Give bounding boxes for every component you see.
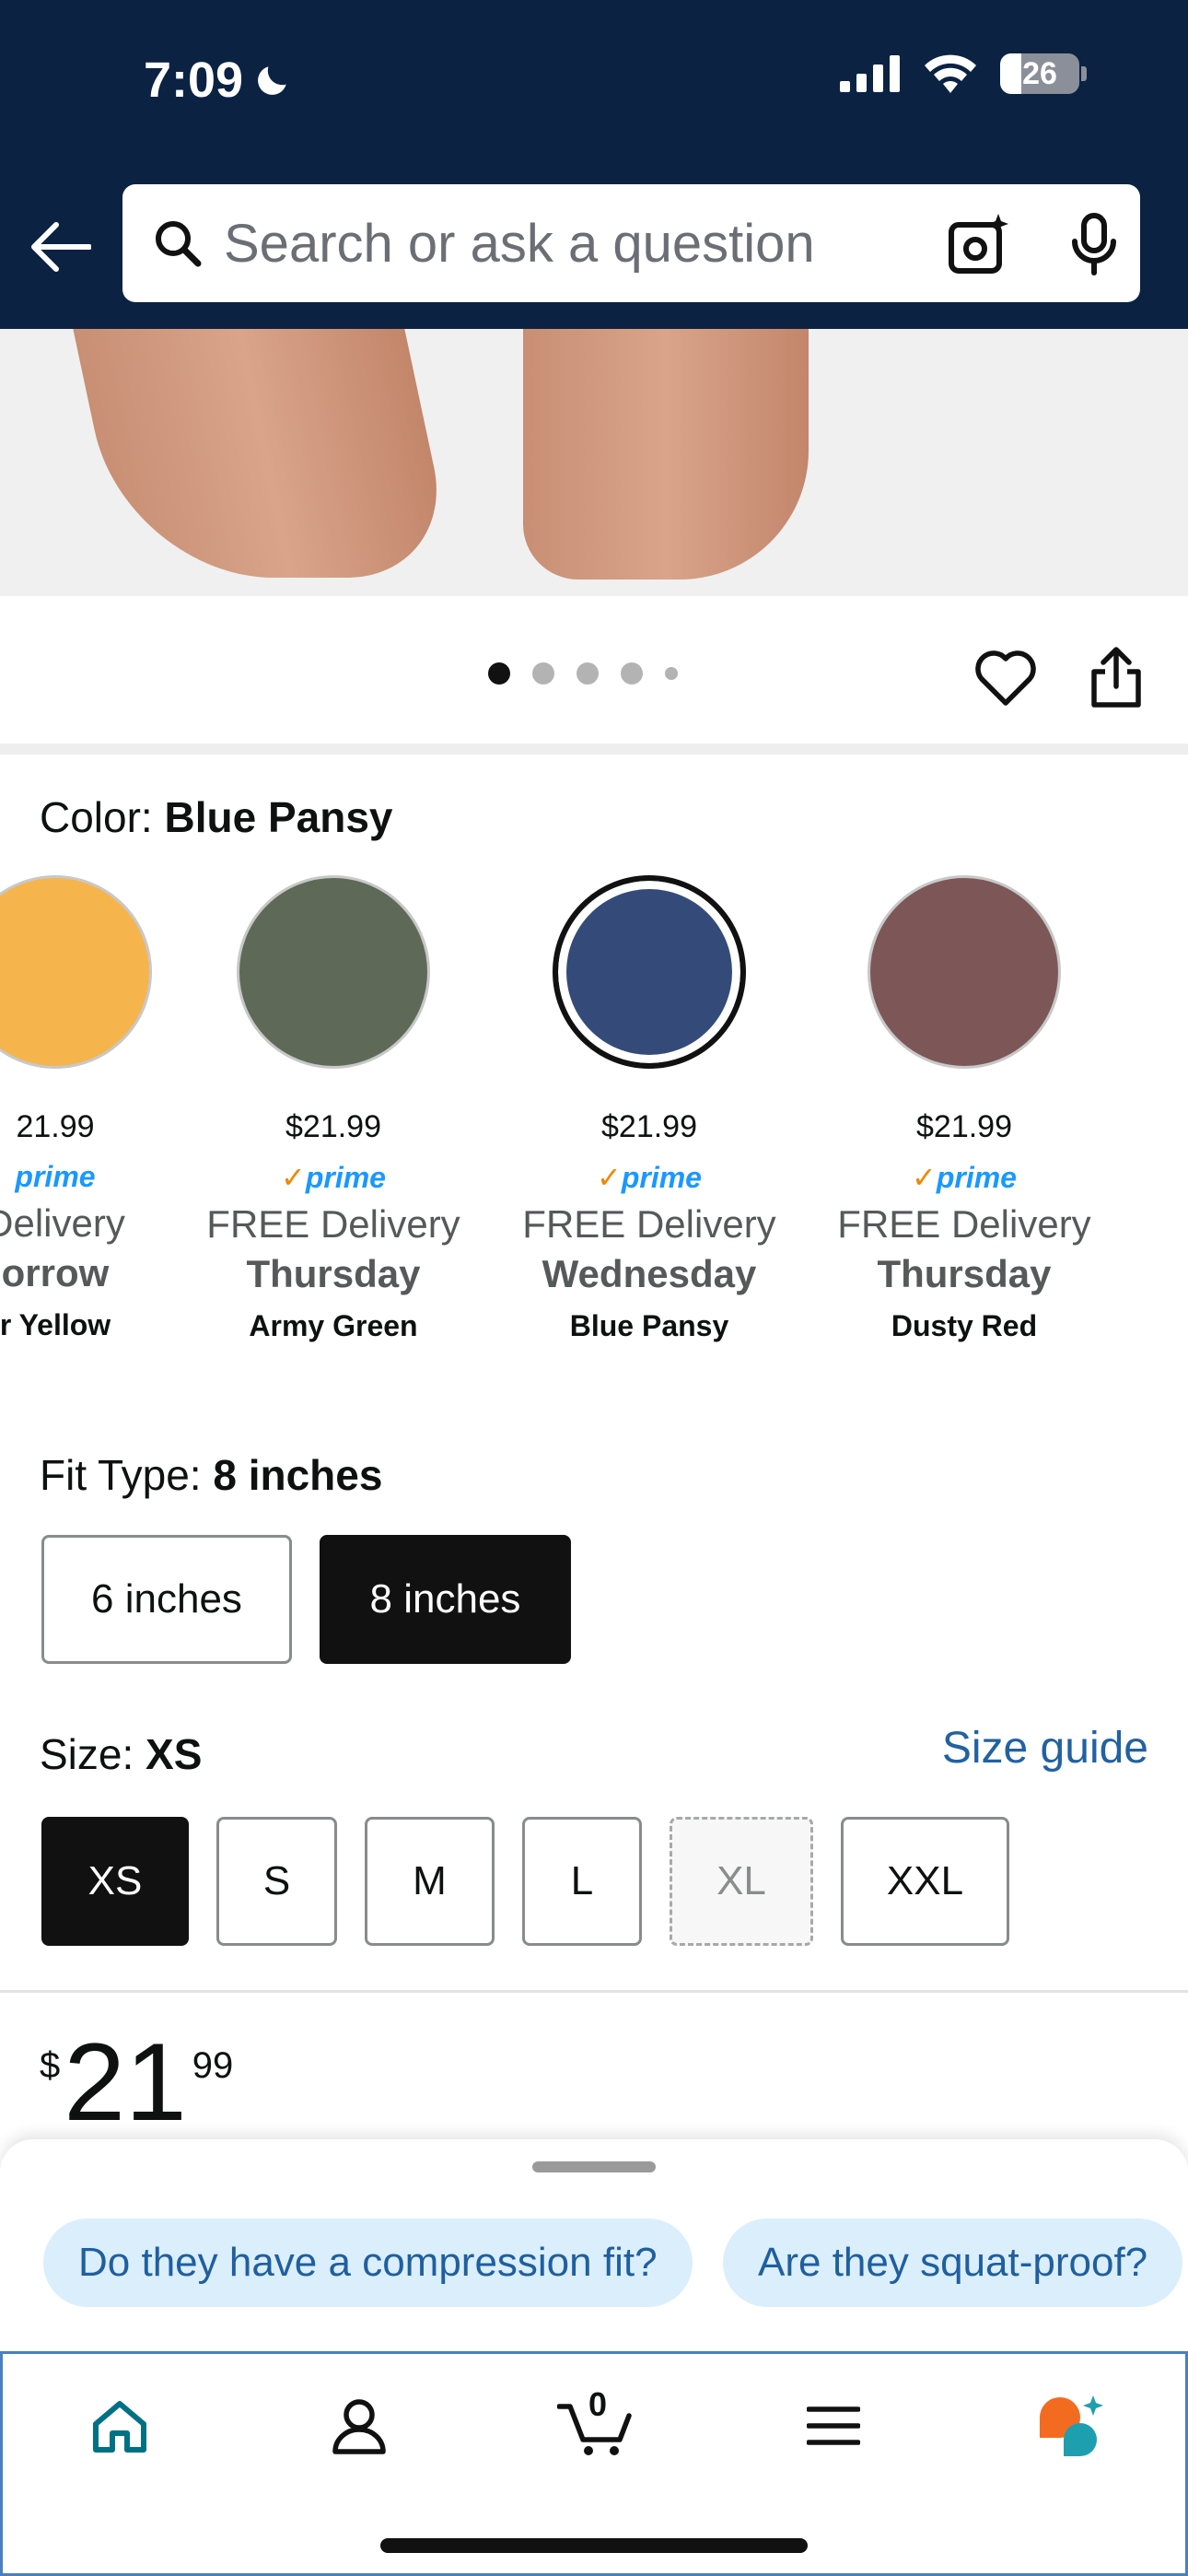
size-selected-value: XS <box>146 1730 203 1778</box>
suggestion-chip[interactable]: Do they have a compression fit? <box>43 2219 693 2307</box>
price-fraction: 99 <box>192 2045 234 2086</box>
section-divider <box>0 1990 1188 1993</box>
wishlist-heart-icon[interactable] <box>974 648 1037 710</box>
back-arrow-icon <box>31 222 91 272</box>
prime-badge: ✓prime <box>281 1161 386 1194</box>
swatch-circle[interactable] <box>237 875 430 1069</box>
rufus-assistant-icon <box>1040 2395 1103 2456</box>
size-guide-link[interactable]: Size guide <box>942 1723 1148 1774</box>
image-carousel-controls <box>0 596 1188 744</box>
fit-type-selected-value: 8 inches <box>213 1451 383 1499</box>
fit-type-label-text: Fit Type: <box>40 1451 202 1499</box>
tab-cart[interactable]: 0 <box>555 2385 638 2463</box>
swatch-name: Dusty Red <box>891 1309 1038 1342</box>
microphone-icon[interactable] <box>1066 212 1122 276</box>
home-indicator[interactable] <box>380 2538 808 2553</box>
fit-type-label: Fit Type: 8 inches <box>40 1450 382 1500</box>
size-label-text: Size: <box>40 1730 134 1778</box>
product-image[interactable] <box>0 329 1188 596</box>
color-swatch-dusty-red[interactable]: $21.99 ✓prime FREE Delivery Thursday Dus… <box>808 875 1121 1343</box>
swatch-circle-selected[interactable] <box>553 875 746 1069</box>
tab-account[interactable] <box>322 2389 396 2463</box>
prime-badge: ✓prime <box>597 1161 702 1194</box>
tab-menu[interactable] <box>797 2389 870 2463</box>
back-button[interactable] <box>28 214 94 280</box>
status-icons: 26 <box>840 53 1087 94</box>
carousel-dot[interactable] <box>665 667 678 680</box>
top-header: 7:09 26 <box>0 0 1188 329</box>
carousel-dot[interactable] <box>621 662 643 685</box>
swatch-price: $21.99 <box>285 1109 381 1144</box>
swatch-delivery-day: Wednesday <box>542 1252 757 1295</box>
swatch-delivery: FREE Delivery <box>837 1202 1091 1246</box>
color-selected-value: Blue Pansy <box>164 793 393 841</box>
color-label-text: Color: <box>40 793 153 841</box>
home-icon <box>93 2401 146 2453</box>
carousel-dot[interactable] <box>532 662 554 685</box>
product-price: $ 21 99 <box>40 2027 233 2137</box>
color-swatch-army-green[interactable]: $21.99 ✓prime FREE Delivery Thursday Arm… <box>177 875 490 1343</box>
swatch-circle[interactable] <box>0 875 152 1069</box>
size-option-m[interactable]: M <box>365 1817 495 1946</box>
fit-option-6-inches[interactable]: 6 inches <box>41 1535 292 1664</box>
wifi-icon <box>925 54 976 93</box>
cart-count: 0 <box>588 2385 608 2423</box>
search-input[interactable] <box>224 212 868 275</box>
prime-badge: ✓prime <box>912 1161 1017 1194</box>
fit-option-8-inches[interactable]: 8 inches <box>320 1535 571 1664</box>
moon-icon <box>258 66 286 95</box>
swatch-circle[interactable] <box>868 875 1061 1069</box>
color-label: Color: Blue Pansy <box>40 792 393 842</box>
carousel-dots[interactable] <box>488 662 678 685</box>
size-option-xs[interactable]: XS <box>41 1817 189 1946</box>
hamburger-menu-icon <box>807 2406 860 2445</box>
battery-level: 26 <box>1022 55 1057 91</box>
swatch-delivery-day: Thursday <box>246 1252 421 1295</box>
swatch-price: $21.99 <box>601 1109 697 1144</box>
swatch-name: Blue Pansy <box>569 1309 729 1342</box>
status-time-text: 7:09 <box>144 53 244 108</box>
size-option-l[interactable]: L <box>522 1817 642 1946</box>
carousel-dot[interactable] <box>488 662 510 685</box>
battery-indicator: 26 <box>1000 53 1079 94</box>
tab-home[interactable] <box>83 2389 157 2463</box>
swatch-price: $21.99 <box>916 1109 1012 1144</box>
size-option-xxl[interactable]: XXL <box>841 1817 1009 1946</box>
cellular-signal-icon <box>840 55 900 92</box>
swatch-delivery: FREE Delivery <box>206 1202 460 1246</box>
status-time: 7:09 <box>144 52 293 109</box>
tab-rufus[interactable] <box>1034 2389 1108 2463</box>
size-option-s[interactable]: S <box>216 1817 337 1946</box>
sheet-grabber[interactable] <box>532 2161 656 2172</box>
search-icon <box>150 216 205 271</box>
size-option-xl[interactable]: XL <box>670 1817 813 1946</box>
carousel-dot[interactable] <box>577 662 599 685</box>
swatch-delivery: FREE Delivery <box>522 1202 776 1246</box>
section-divider <box>0 744 1188 755</box>
camera-search-icon[interactable] <box>947 212 1011 276</box>
price-whole: 21 <box>64 2020 187 2144</box>
person-icon <box>332 2399 386 2454</box>
size-label: Size: XS <box>40 1729 202 1779</box>
swatch-name: Army Green <box>249 1309 418 1342</box>
color-swatch-blue-pansy[interactable]: $21.99 ✓prime FREE Delivery Wednesday Bl… <box>493 875 806 1343</box>
price-currency: $ <box>40 2045 61 2086</box>
swatch-delivery-day: Thursday <box>877 1252 1052 1295</box>
share-icon[interactable] <box>1087 644 1146 710</box>
suggestion-chip[interactable]: Are they squat-proof? <box>723 2219 1183 2307</box>
suggestions-sheet: Do they have a compression fit? Are they… <box>0 2139 1188 2351</box>
search-bar[interactable] <box>122 184 1140 302</box>
